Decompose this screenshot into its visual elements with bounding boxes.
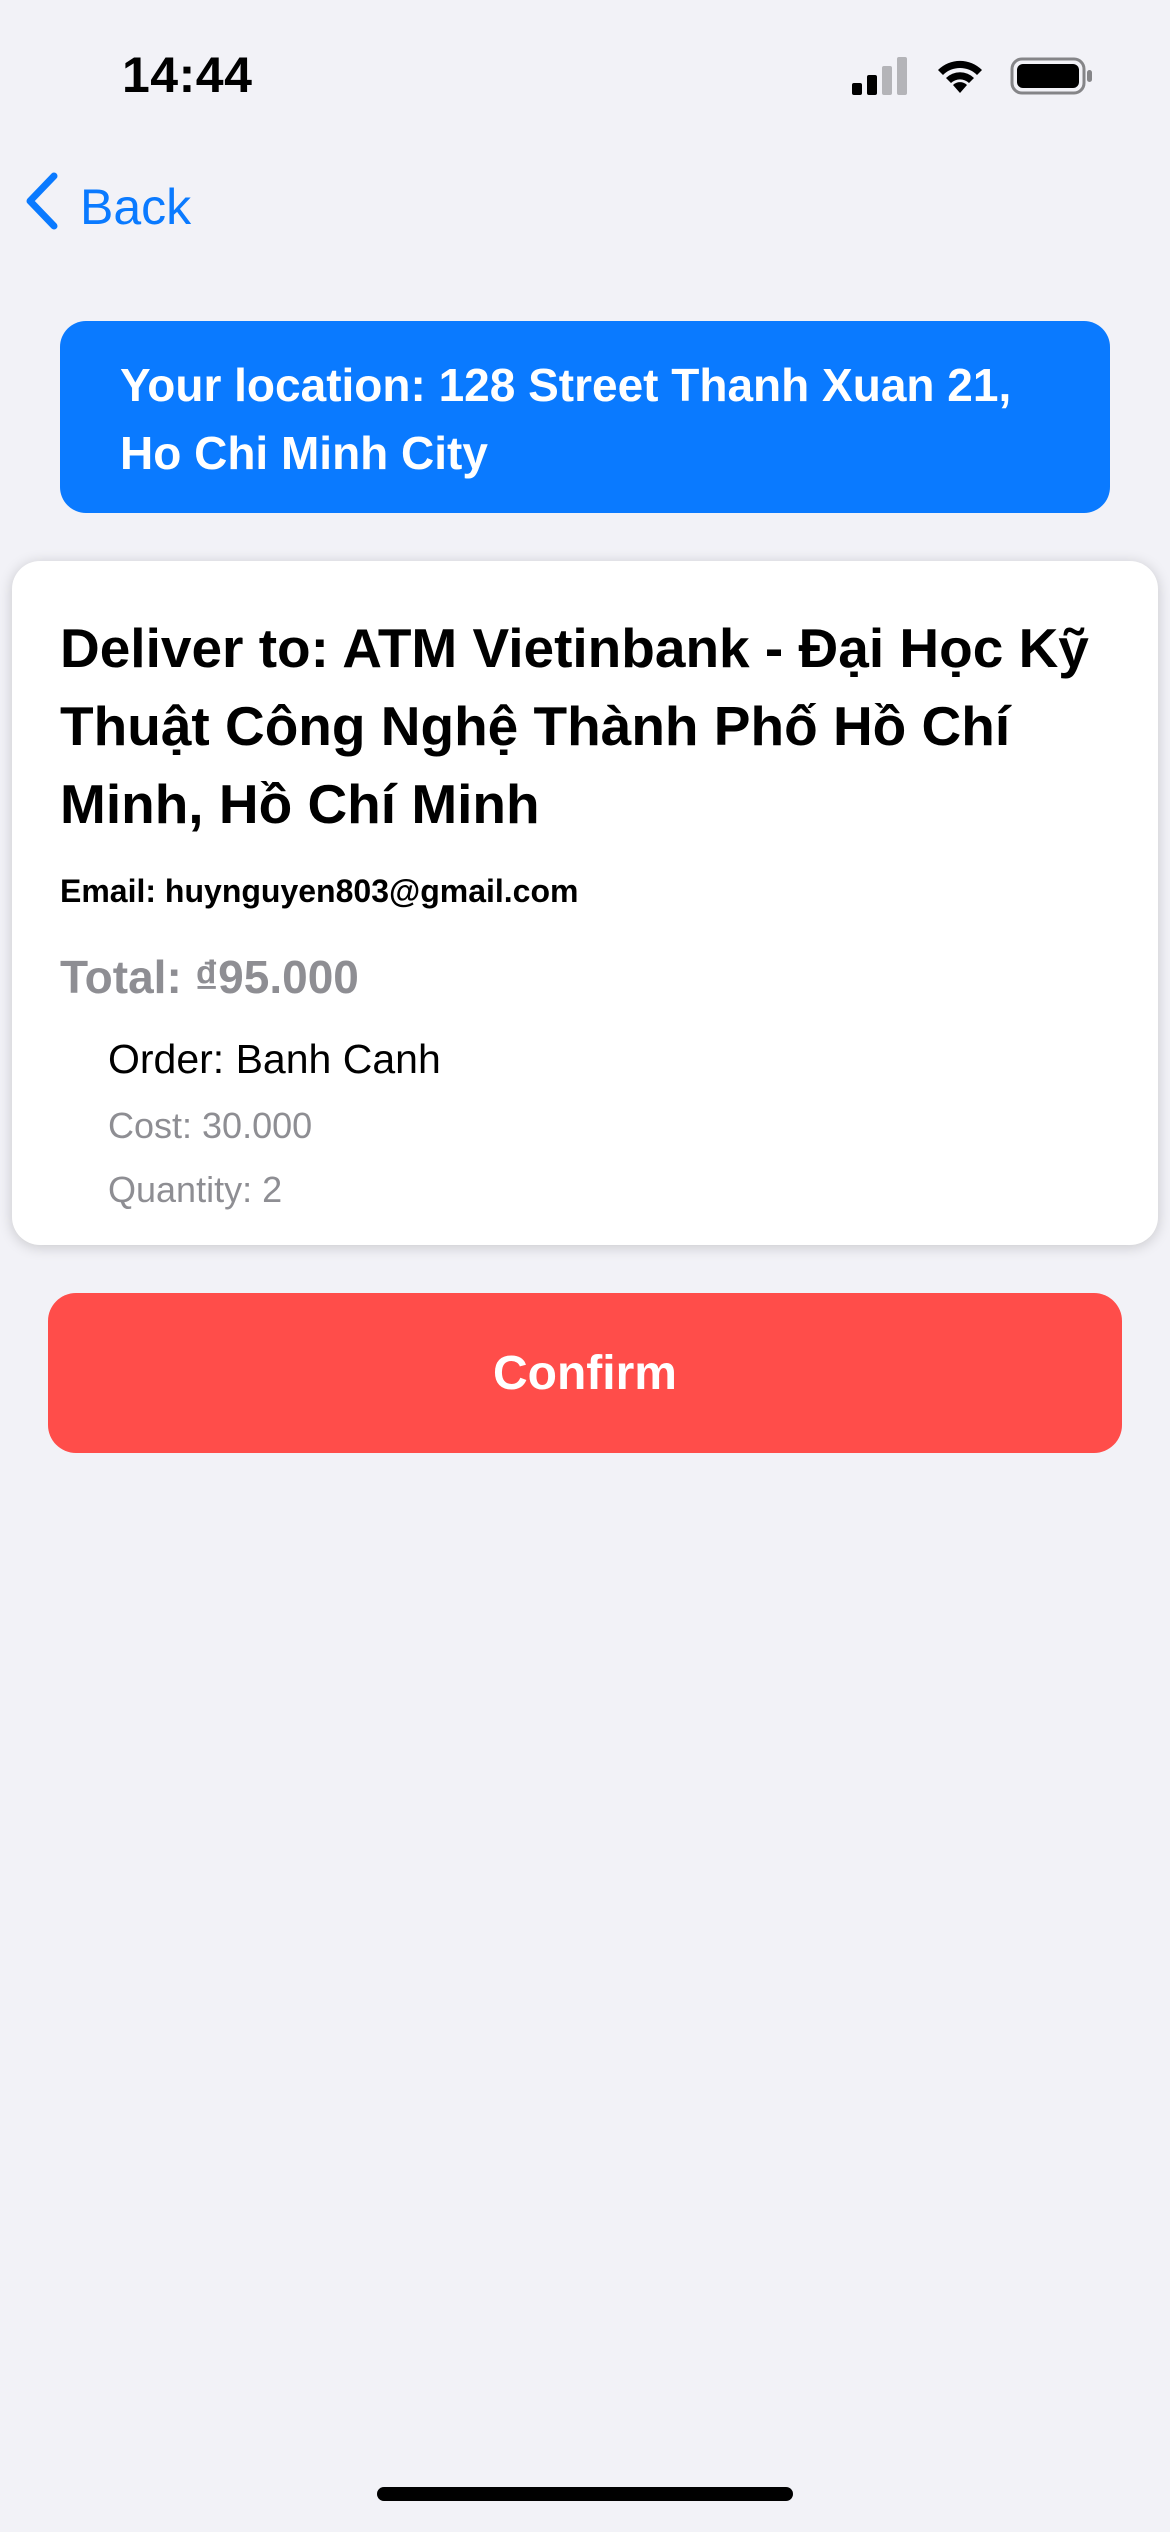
home-indicator — [377, 2487, 793, 2501]
chevron-left-icon — [24, 172, 58, 242]
cellular-signal-icon — [852, 57, 910, 100]
confirm-button[interactable]: Confirm — [48, 1293, 1122, 1453]
order-card: Deliver to: ATM Vietinbank - Đại Học Kỹ … — [12, 561, 1158, 1245]
order-item-quantity: Quantity: 2 — [108, 1169, 283, 1210]
status-time: 14:44 — [122, 47, 253, 103]
location-banner: Your location: 128 Street Thanh Xuan 21,… — [60, 321, 1110, 513]
status-icons — [852, 56, 1094, 101]
status-bar: 14:44 — [0, 0, 1170, 150]
wifi-icon — [934, 57, 986, 100]
location-text: Your location: 128 Street Thanh Xuan 21,… — [120, 359, 1012, 479]
email-text: Email: huynguyen803@gmail.com — [60, 873, 579, 909]
order-item-cost: Cost: 30.000 — [108, 1105, 313, 1146]
battery-icon — [1010, 56, 1094, 101]
back-label: Back — [80, 179, 192, 235]
total-text: Total: ₫95.000 — [60, 951, 359, 1003]
nav-bar: Back — [0, 160, 1170, 260]
order-item-name: Order: Banh Canh — [108, 1036, 441, 1082]
order-item: Order: Banh Canh Cost: 30.000 Quantity: … — [108, 1036, 1110, 1211]
back-button[interactable]: Back — [24, 172, 191, 242]
deliver-to-title: Deliver to: ATM Vietinbank - Đại Học Kỹ … — [60, 617, 1089, 835]
